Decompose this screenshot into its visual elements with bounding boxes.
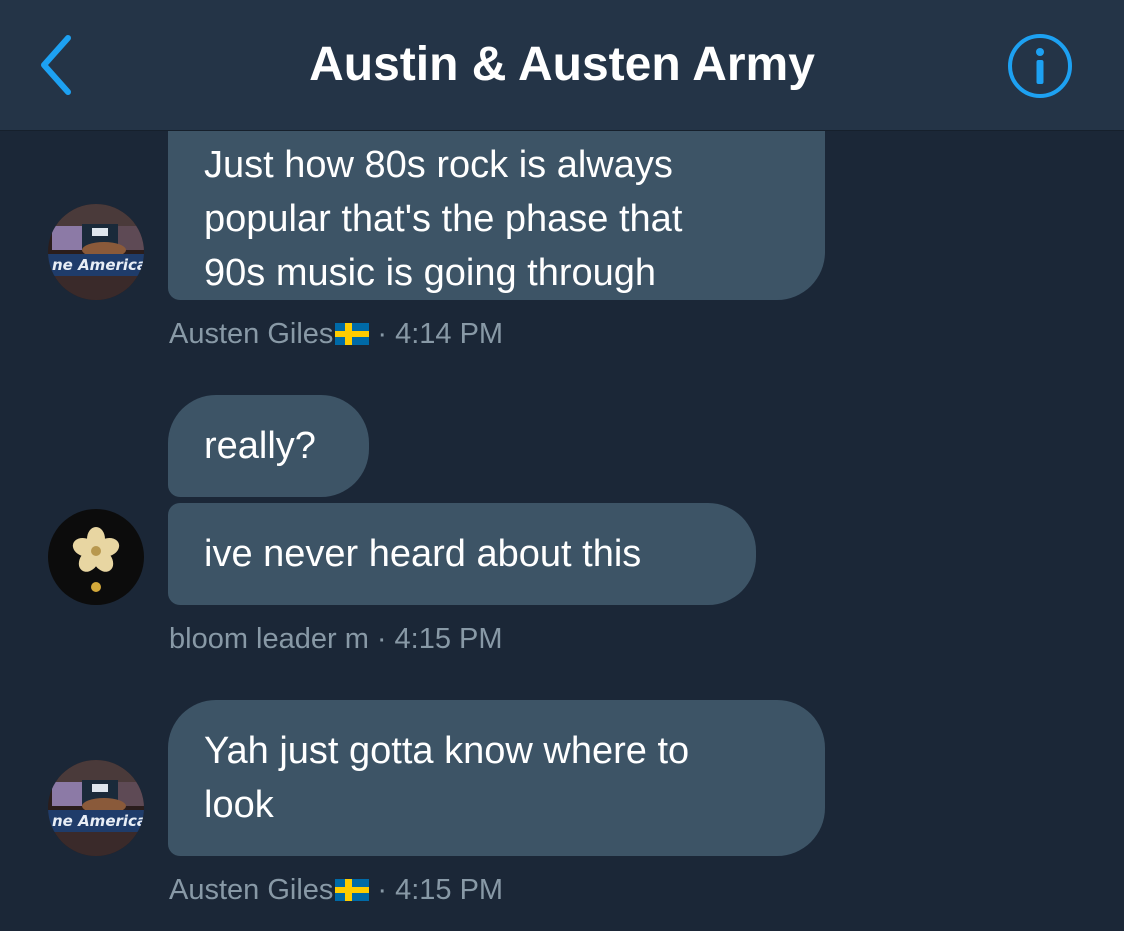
svg-text:ne America: ne America — [52, 256, 144, 274]
sweden-flag-icon — [335, 879, 370, 901]
message-text: really? — [204, 425, 316, 467]
sweden-flag-icon — [335, 323, 370, 345]
svg-text:ne America: ne America — [52, 812, 144, 830]
tv-studio-avatar-icon: ne America — [48, 204, 144, 300]
avatar[interactable]: ne America — [48, 204, 144, 300]
sender-name: Austen Giles — [169, 874, 334, 906]
info-button[interactable] — [1006, 32, 1074, 100]
message-meta: bloom leader m · 4:15 PM — [169, 621, 503, 657]
message-bubble[interactable]: ive never heard about this — [168, 503, 756, 605]
timestamp: 4:15 PM — [394, 623, 503, 655]
meta-separator: · — [376, 623, 387, 655]
message-bubble[interactable]: really? — [168, 395, 369, 497]
message-text: Just how 80s rock is always popular that… — [204, 144, 683, 294]
message-meta: Austen Giles · 4:14 PM — [169, 316, 503, 352]
message-text: Yah just gotta know where to look — [204, 730, 690, 826]
message-text: ive never heard about this — [204, 533, 642, 575]
message-meta: Austen Giles · 4:15 PM — [169, 872, 503, 908]
sender-name: Austen Giles — [169, 318, 334, 350]
conversation-title: Austin & Austen Army — [309, 38, 815, 91]
timestamp: 4:14 PM — [395, 318, 504, 350]
timestamp: 4:15 PM — [395, 874, 504, 906]
dm-screen: Just how 80s rock is always popular that… — [0, 0, 1124, 931]
meta-separator: · — [377, 874, 388, 906]
avatar[interactable]: ne America — [48, 760, 144, 856]
header-bar: Austin & Austen Army — [0, 0, 1124, 131]
message-bubble[interactable]: Yah just gotta know where to look — [168, 700, 825, 856]
sender-name: bloom leader m — [169, 623, 369, 655]
avatar[interactable] — [48, 509, 144, 605]
info-circle-icon — [1008, 34, 1072, 98]
gold-flower-avatar-icon — [48, 509, 144, 605]
tv-studio-avatar-icon: ne America — [48, 760, 144, 856]
meta-separator: · — [377, 318, 388, 350]
conversation[interactable]: Just how 80s rock is always popular that… — [0, 0, 1124, 931]
